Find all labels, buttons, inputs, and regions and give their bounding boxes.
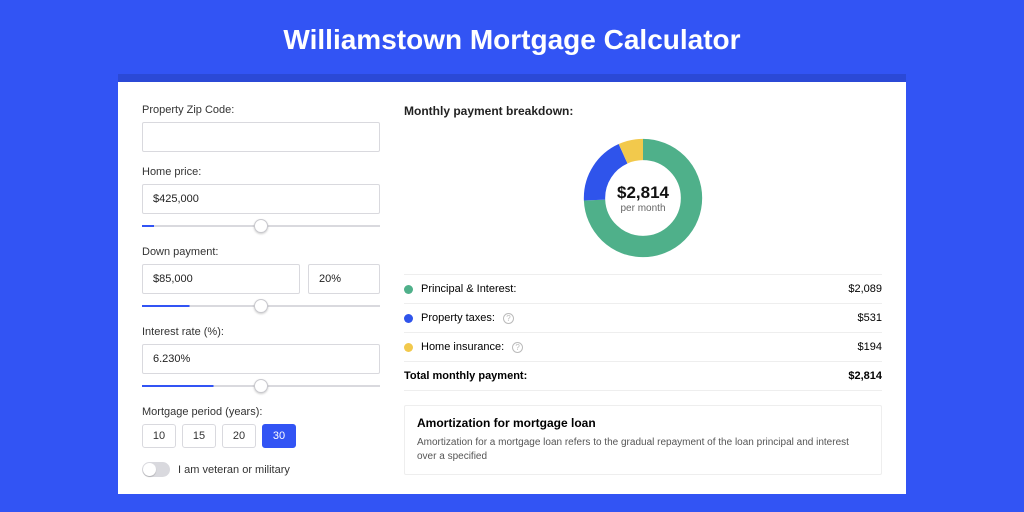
down-payment-percent-input[interactable]: [308, 264, 380, 294]
home-price-slider[interactable]: [142, 225, 380, 227]
calculator-card: Property Zip Code: Home price: Down paym…: [118, 74, 906, 494]
home-price-input[interactable]: [142, 184, 380, 214]
interest-input[interactable]: [142, 344, 380, 374]
donut-value: $2,814: [617, 183, 669, 203]
form-column: Property Zip Code: Home price: Down paym…: [142, 104, 380, 494]
donut-chart: $2,814 per month: [579, 134, 707, 262]
down-payment-slider[interactable]: [142, 305, 380, 307]
breakdown-title: Monthly payment breakdown:: [404, 104, 882, 118]
total-label: Total monthly payment:: [404, 370, 527, 382]
dot-icon: [404, 343, 413, 352]
breakdown-label: Principal & Interest:: [421, 283, 516, 295]
donut-sub: per month: [620, 203, 665, 214]
down-payment-field: Down payment:: [142, 246, 380, 312]
results-column: Monthly payment breakdown: $2,814 per mo…: [404, 104, 882, 494]
veteran-label: I am veteran or military: [178, 464, 290, 476]
interest-label: Interest rate (%):: [142, 326, 380, 338]
donut-center: $2,814 per month: [579, 134, 707, 262]
period-group: 10 15 20 30: [142, 424, 380, 448]
zip-input[interactable]: [142, 122, 380, 152]
breakdown-value: $2,089: [848, 283, 882, 295]
period-field: Mortgage period (years): 10 15 20 30: [142, 406, 380, 448]
period-option-10[interactable]: 10: [142, 424, 176, 448]
breakdown-row-principal: Principal & Interest: $2,089: [404, 275, 882, 304]
breakdown-row-total: Total monthly payment: $2,814: [404, 362, 882, 391]
period-option-15[interactable]: 15: [182, 424, 216, 448]
breakdown-label: Property taxes:: [421, 312, 495, 324]
period-option-30[interactable]: 30: [262, 424, 296, 448]
interest-field: Interest rate (%):: [142, 326, 380, 392]
breakdown-label: Home insurance:: [421, 341, 504, 353]
breakdown-value: $194: [858, 341, 882, 353]
breakdown-list: Principal & Interest: $2,089 Property ta…: [404, 274, 882, 391]
interest-slider[interactable]: [142, 385, 380, 387]
breakdown-row-insurance: Home insurance: ? $194: [404, 333, 882, 362]
down-payment-label: Down payment:: [142, 246, 380, 258]
amortization-text: Amortization for a mortgage loan refers …: [417, 436, 869, 464]
dot-icon: [404, 314, 413, 323]
down-payment-amount-input[interactable]: [142, 264, 300, 294]
amortization-title: Amortization for mortgage loan: [417, 416, 869, 430]
home-price-label: Home price:: [142, 166, 380, 178]
dot-icon: [404, 285, 413, 294]
amortization-box: Amortization for mortgage loan Amortizat…: [404, 405, 882, 475]
page-title: Williamstown Mortgage Calculator: [0, 0, 1024, 74]
period-option-20[interactable]: 20: [222, 424, 256, 448]
donut-chart-wrap: $2,814 per month: [404, 128, 882, 274]
veteran-row: I am veteran or military: [142, 462, 380, 477]
info-icon[interactable]: ?: [503, 313, 514, 324]
home-price-field: Home price:: [142, 166, 380, 232]
period-label: Mortgage period (years):: [142, 406, 380, 418]
total-value: $2,814: [848, 370, 882, 382]
zip-field: Property Zip Code:: [142, 104, 380, 152]
zip-label: Property Zip Code:: [142, 104, 380, 116]
breakdown-row-taxes: Property taxes: ? $531: [404, 304, 882, 333]
info-icon[interactable]: ?: [512, 342, 523, 353]
veteran-toggle[interactable]: [142, 462, 170, 477]
breakdown-value: $531: [858, 312, 882, 324]
